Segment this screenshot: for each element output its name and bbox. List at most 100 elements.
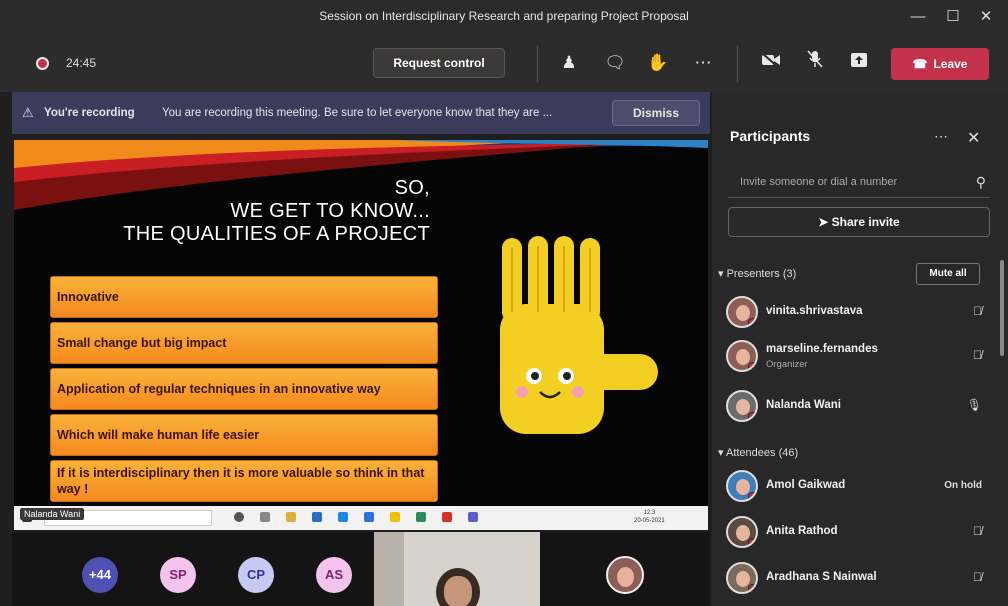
quality-box: Which will make human life easier	[50, 414, 438, 456]
more-options-icon[interactable]: ⋯	[690, 50, 716, 76]
participant-row[interactable]: marseline.fernandes Organizer 🎙̸	[726, 338, 986, 374]
mute-all-button[interactable]: Mute all	[916, 263, 980, 285]
participant-video-face	[444, 576, 472, 606]
video-background	[374, 532, 404, 606]
participant-row[interactable]: Aradhana S Nainwal 🎙̸	[726, 560, 986, 596]
taskbar-clock: 12:3 20-05-2021	[634, 509, 665, 525]
shared-screen: SO, WE GET TO KNOW... THE QUALITIES OF A…	[14, 140, 708, 530]
participant-row[interactable]: Anita Rathod 🎙̸	[726, 514, 986, 550]
participant-avatar[interactable]: CP	[238, 557, 274, 593]
taskview-icon	[234, 512, 244, 522]
quality-box: Innovative	[50, 276, 438, 318]
mail-icon	[364, 512, 374, 522]
recording-indicator-icon	[36, 57, 49, 70]
attendees-header-label: Attendees (46)	[725, 447, 799, 459]
minimize-icon[interactable]: —	[906, 6, 930, 28]
participant-name: Anita Rathod	[766, 525, 838, 537]
mic-off-icon: 🎙̸	[973, 570, 982, 584]
share-icon: ➤	[818, 215, 832, 229]
toolbar-divider	[737, 46, 738, 82]
chevron-down-icon: ▾	[718, 268, 727, 280]
close-icon[interactable]: ✕	[967, 128, 980, 148]
slide-title-line: WE GET TO KNOW...	[230, 200, 430, 222]
mic-off-icon: 🎙̸	[973, 348, 982, 362]
participant-row[interactable]: Amol Gaikwad On hold	[726, 468, 986, 504]
avatar	[726, 296, 758, 328]
more-options-icon[interactable]: ⋯	[934, 128, 948, 145]
presenters-header[interactable]: ▾ Presenters (3)	[718, 267, 796, 280]
participant-name: marseline.fernandes	[766, 343, 878, 355]
people-icon[interactable]: ♟	[556, 50, 582, 76]
chat-icon[interactable]: 🗨	[602, 50, 628, 76]
chrome-icon	[390, 512, 400, 522]
slide-title-line: THE QUALITIES OF A PROJECT	[123, 223, 430, 245]
store-icon	[312, 512, 322, 522]
participant-name: Nalanda Wani	[766, 399, 841, 411]
participant-avatar[interactable]: AS	[316, 557, 352, 593]
participant-row[interactable]: Nalanda Wani 🎙	[726, 388, 986, 424]
search-icon[interactable]: ⚲	[976, 174, 986, 191]
meeting-toolbar: 24:45 Request control ♟ 🗨 ✋ ⋯ ☎ Leave	[0, 34, 1008, 92]
participant-avatar[interactable]: SP	[160, 557, 196, 593]
edge-icon	[338, 512, 348, 522]
share-screen-icon[interactable]	[846, 50, 872, 76]
participant-name: Amol Gaikwad	[766, 479, 846, 491]
participant-video[interactable]	[374, 532, 540, 606]
participants-title: Participants	[730, 128, 811, 144]
participant-row[interactable]: vinita.shrivastava 🎙̸	[726, 294, 986, 330]
participant-photo-avatar[interactable]	[606, 556, 644, 594]
hand-illustration	[500, 236, 658, 434]
taskbar-app-icon	[442, 512, 452, 522]
request-control-button[interactable]: Request control	[373, 48, 505, 78]
overflow-avatar[interactable]: +44	[82, 557, 118, 593]
participant-name: Aradhana S Nainwal	[766, 571, 877, 583]
participant-name: vinita.shrivastava	[766, 305, 863, 317]
quality-box: If it is interdisciplinary then it is mo…	[50, 460, 438, 502]
chevron-down-icon: ▾	[718, 447, 726, 459]
toolbar-divider	[537, 46, 538, 82]
window-title: Session on Interdisciplinary Research an…	[319, 9, 689, 23]
mic-off-icon: 🎙̸	[973, 304, 982, 318]
video-gallery: +44 SP CP AS	[12, 532, 710, 606]
leave-button[interactable]: ☎ Leave	[891, 48, 989, 80]
avatar	[726, 470, 758, 502]
participants-scrollbar[interactable]	[1000, 260, 1004, 356]
presenters-header-label: Presenters (3)	[726, 268, 797, 280]
invite-placeholder: Invite someone or dial a number	[740, 176, 898, 188]
presenter-name-tag: Nalanda Wani	[20, 508, 85, 520]
folder-icon	[286, 512, 296, 522]
slide-title-line: SO,	[394, 177, 430, 199]
dismiss-button[interactable]: Dismiss	[612, 100, 700, 126]
reactions-icon[interactable]: ✋	[645, 50, 671, 76]
taskbar-time: 12:3	[643, 510, 656, 516]
warning-icon: ⚠	[22, 105, 34, 120]
leave-label: Leave	[933, 57, 968, 71]
participants-panel: Participants ⋯ ✕ Invite someone or dial …	[712, 92, 1008, 606]
mic-on-icon: 🎙	[966, 398, 982, 412]
windows-taskbar: ⌕ 12:3 20-05-2021	[14, 506, 708, 530]
attendees-header[interactable]: ▾ Attendees (46)	[718, 446, 798, 459]
title-bar: Session on Interdisciplinary Research an…	[0, 0, 1008, 34]
mic-off-icon: 🎙̸	[973, 524, 982, 538]
participant-role: Organizer	[766, 359, 808, 370]
share-invite-button[interactable]: ➤ Share invite	[728, 207, 990, 237]
participant-status: On hold	[944, 480, 982, 491]
camera-off-icon[interactable]	[758, 50, 784, 76]
maximize-icon[interactable]: ☐	[941, 6, 965, 28]
quality-box: Application of regular techniques in an …	[50, 368, 438, 410]
avatar	[726, 562, 758, 594]
taskbar-date: 20-05-2021	[634, 518, 665, 524]
taskbar-app-icon	[416, 512, 426, 522]
meeting-timer: 24:45	[66, 56, 97, 70]
avatar	[726, 516, 758, 548]
taskbar-app-icon	[260, 512, 270, 522]
close-icon[interactable]: ✕	[974, 6, 998, 28]
teams-meeting-window: Session on Interdisciplinary Research an…	[0, 0, 1008, 606]
avatar	[726, 340, 758, 372]
recording-banner: ⚠ You're recording You are recording thi…	[12, 92, 710, 134]
mic-off-icon[interactable]	[802, 50, 828, 76]
recording-banner-title: You're recording	[44, 107, 135, 119]
slide-title: SO, WE GET TO KNOW... THE QUALITIES OF A…	[123, 177, 430, 246]
invite-input[interactable]: Invite someone or dial a number ⚲	[728, 168, 990, 198]
share-invite-label: Share invite	[831, 215, 900, 229]
